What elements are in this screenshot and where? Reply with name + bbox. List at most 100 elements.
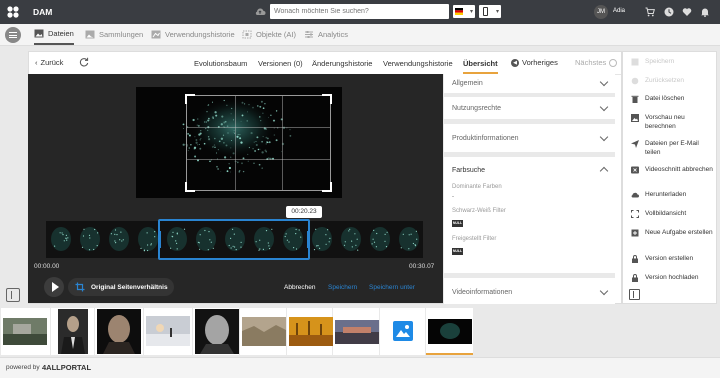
sidebar-toggle-icon[interactable] xyxy=(6,288,20,302)
thumbnail[interactable] xyxy=(287,308,333,355)
section-title: Nutzungsrechte xyxy=(452,105,502,112)
trim-selection[interactable] xyxy=(158,219,310,260)
action-fullscreen[interactable]: Vollbildansicht xyxy=(623,209,716,218)
lock-upload-icon xyxy=(632,274,638,282)
thumbnail[interactable] xyxy=(95,308,143,355)
action-save: Speichern xyxy=(623,57,716,66)
chevron-down-icon xyxy=(599,102,609,112)
thumbnail[interactable] xyxy=(1,308,50,355)
chevron-up-icon[interactable] xyxy=(599,166,609,176)
brand-logo[interactable]: 4ALLPORTAL xyxy=(42,363,91,372)
tab-verwendungshistorie[interactable]: Verwendungshistorie xyxy=(383,59,453,68)
time-start: 00:00.00 xyxy=(34,263,60,270)
language-select[interactable]: ▾ xyxy=(453,5,475,18)
menu-button[interactable] xyxy=(5,27,21,43)
section-title: Produktinformationen xyxy=(452,135,519,142)
actions-panel-toggle-icon[interactable] xyxy=(629,289,640,300)
send-icon xyxy=(631,140,639,148)
thumbnail[interactable] xyxy=(240,308,286,355)
trash-icon xyxy=(631,95,639,103)
fullscreen-icon xyxy=(631,210,639,218)
crop-handle[interactable] xyxy=(185,182,195,192)
app-logo-icon[interactable] xyxy=(6,5,20,19)
back-button[interactable]: ‹ Zurück xyxy=(35,58,63,67)
tab-evolutionsbaum[interactable]: Evolutionsbaum xyxy=(194,59,247,68)
tab-label: Dateien xyxy=(48,29,74,38)
chevron-left-icon: ‹ xyxy=(35,58,38,67)
search-input[interactable] xyxy=(270,4,449,19)
tab-objekte[interactable]: Objekte (AI) xyxy=(242,24,296,45)
file-thumbnail-strip xyxy=(0,307,720,356)
tab-analytics[interactable]: Analytics xyxy=(304,24,348,45)
aspect-ratio-button[interactable]: Original Seitenverhältnis xyxy=(68,278,174,296)
main-nav: Dateien Sammlungen Verwendungshistorie O… xyxy=(0,24,720,46)
action-upload-version[interactable]: Version hochladen xyxy=(623,273,716,282)
chevron-left-circle-icon: ◀ xyxy=(511,58,519,67)
crop-frame[interactable] xyxy=(185,94,332,192)
previous-button[interactable]: ◀ Vorheriges xyxy=(511,58,558,67)
image-icon xyxy=(631,114,639,122)
tab-aenderungshistorie[interactable]: Änderungshistorie xyxy=(312,59,372,68)
crop-handle[interactable] xyxy=(185,94,195,104)
detail-toolbar: ‹ Zurück Evolutionsbaum Versionen (0) Än… xyxy=(29,52,621,75)
section-product[interactable]: Produktinformationen xyxy=(444,124,615,152)
task-icon xyxy=(631,229,639,237)
trim-handle-start[interactable] xyxy=(158,231,161,248)
action-delete-file[interactable]: Datei löschen xyxy=(623,94,716,103)
crop-icon xyxy=(75,282,85,292)
phone-icon xyxy=(483,7,488,16)
crop-handle[interactable] xyxy=(322,182,332,192)
tab-uebersicht[interactable]: Übersicht xyxy=(463,59,498,74)
action-download[interactable]: Herunterladen xyxy=(623,190,716,199)
section-title: Allgemein xyxy=(452,80,483,87)
action-new-task[interactable]: Neue Aufgabe erstellen xyxy=(623,228,716,237)
thumbnail[interactable] xyxy=(380,308,425,355)
cancel-button[interactable]: Abbrechen xyxy=(284,284,315,291)
save-as-button[interactable]: Speichern unter xyxy=(369,284,415,291)
action-share-email[interactable]: Dateien per E-Mail teilen xyxy=(623,139,716,157)
device-select[interactable]: ▾ xyxy=(479,5,501,18)
app-name: DAM xyxy=(33,7,53,17)
crop-handle[interactable] xyxy=(322,94,332,104)
section-video-info[interactable]: Videoinformationen xyxy=(444,278,615,304)
bw-filter-null-badge[interactable]: NULL xyxy=(452,220,463,227)
thumbnail[interactable] xyxy=(51,308,94,355)
thumbnail[interactable] xyxy=(193,308,239,355)
tab-dateien[interactable]: Dateien xyxy=(34,24,74,45)
user-name[interactable]: Adia xyxy=(613,8,625,14)
action-recalculate-preview[interactable]: Vorschau neu berechnen xyxy=(623,113,716,131)
section-rights[interactable]: Nutzungsrechte xyxy=(444,97,615,119)
chevron-down-icon xyxy=(599,132,609,142)
video-preview[interactable] xyxy=(136,87,342,198)
back-label: Zurück xyxy=(40,58,64,67)
section-general[interactable]: Allgemein xyxy=(444,74,615,93)
cart-icon[interactable] xyxy=(645,7,655,17)
thumbnail-image xyxy=(289,317,333,346)
chevron-right-circle-icon xyxy=(609,58,618,67)
save-button[interactable]: Speichern xyxy=(328,284,357,291)
tab-verwendungshistorie[interactable]: Verwendungshistorie xyxy=(151,24,235,45)
cloud-upload-icon[interactable] xyxy=(254,6,266,18)
thumbnail[interactable] xyxy=(333,308,379,355)
play-button[interactable] xyxy=(44,277,64,297)
thumbnail[interactable] xyxy=(144,308,192,355)
heart-icon[interactable] xyxy=(682,7,692,17)
next-button[interactable]: Nächstes xyxy=(575,58,618,67)
action-create-version[interactable]: Version erstellen xyxy=(623,254,716,263)
menu-icon xyxy=(9,32,17,33)
tab-sammlungen[interactable]: Sammlungen xyxy=(85,24,143,45)
cutout-filter-null-badge[interactable]: NULL xyxy=(452,248,463,255)
trim-handle-end[interactable] xyxy=(307,231,310,248)
avatar[interactable]: JM xyxy=(594,5,608,19)
action-cancel-video-cut[interactable]: Videoschnitt abbrechen xyxy=(623,165,716,174)
aspect-ratio-label: Original Seitenverhältnis xyxy=(91,283,168,291)
next-label: Nächstes xyxy=(575,58,607,67)
lock-icon xyxy=(632,255,638,263)
cutout-filter-label: Freigestellt Filter xyxy=(452,236,497,242)
thumbnail-active[interactable] xyxy=(426,308,473,355)
reload-icon[interactable] xyxy=(79,57,89,67)
german-flag-icon xyxy=(455,8,463,15)
bell-icon[interactable] xyxy=(700,7,710,17)
clock-icon[interactable] xyxy=(664,7,674,17)
tab-versionen[interactable]: Versionen (0) xyxy=(258,59,303,68)
